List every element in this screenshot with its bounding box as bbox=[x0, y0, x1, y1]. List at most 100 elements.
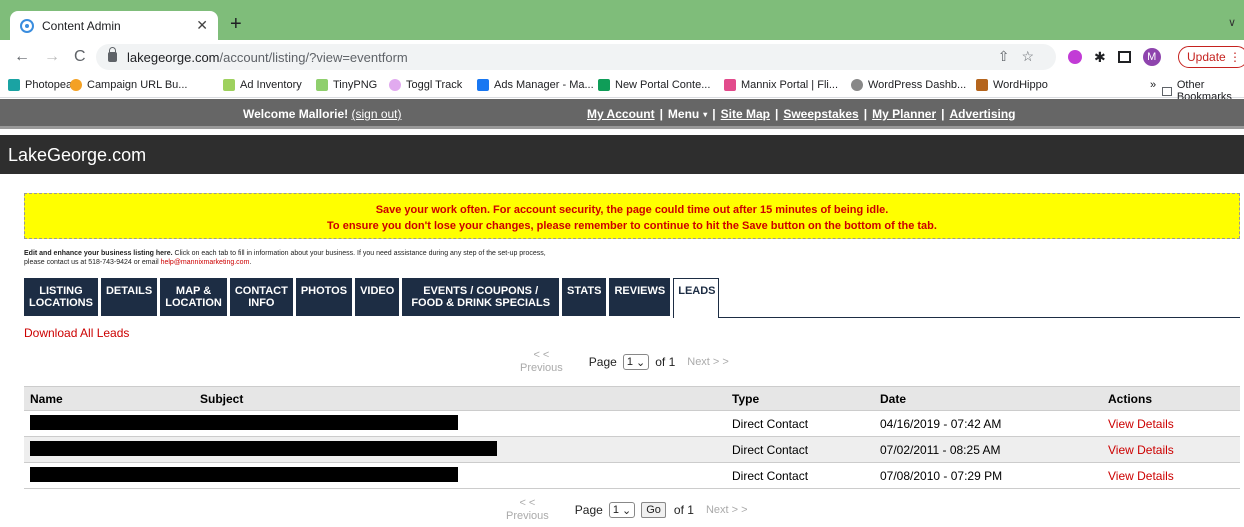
bookmark-label: Campaign URL Bu... bbox=[87, 79, 188, 91]
warning-line-2: To ensure you don't lose your changes, p… bbox=[327, 220, 937, 232]
tab-map-location[interactable]: MAP & LOCATION bbox=[160, 278, 227, 316]
next-link[interactable]: Next > > bbox=[706, 504, 748, 516]
site-links: My Account | Menu ▾ | Site Map | Sweepstakes | My… bbox=[587, 107, 1016, 121]
close-tab-icon[interactable]: ✕ bbox=[196, 17, 208, 34]
tab-line: DETAILS bbox=[105, 285, 153, 297]
lead-date: 07/02/2011 - 08:25 AM bbox=[874, 436, 1102, 463]
page-select[interactable]: 1 ⌄ bbox=[622, 354, 650, 370]
side-panel-icon[interactable] bbox=[1117, 51, 1131, 63]
lead-type: Direct Contact bbox=[726, 436, 874, 463]
bookmark-label: WordHippo bbox=[993, 79, 1048, 91]
advertising-link[interactable]: Advertising bbox=[949, 107, 1015, 121]
tab-line: EVENTS / COUPONS / bbox=[423, 285, 539, 297]
tab-line: CONTACT bbox=[234, 285, 288, 297]
bookmark-new-portal[interactable]: New Portal Conte... bbox=[598, 79, 710, 91]
download-all-leads-link[interactable]: Download All Leads bbox=[24, 326, 129, 340]
browser-tab-strip: Content Admin ✕ + ∨ bbox=[0, 0, 1244, 40]
view-details-link[interactable]: View Details bbox=[1102, 410, 1240, 437]
tab-reviews[interactable]: REVIEWS bbox=[609, 278, 671, 316]
tinypng-icon bbox=[316, 79, 328, 91]
column-header-actions: Actions bbox=[1102, 386, 1240, 411]
update-button[interactable]: Update ⋮ bbox=[1178, 46, 1244, 68]
profile-avatar[interactable]: M bbox=[1142, 48, 1161, 66]
sign-out-link[interactable]: (sign out) bbox=[351, 107, 401, 121]
wordpress-icon bbox=[851, 79, 863, 91]
previous-link[interactable]: < < Previous bbox=[520, 349, 563, 375]
tab-video[interactable]: VIDEO bbox=[355, 278, 400, 316]
flickr-icon bbox=[724, 79, 736, 91]
my-planner-link[interactable]: My Planner bbox=[872, 107, 936, 121]
listing-tabs: LISTING LOCATIONS DETAILS MAP & LOCATION C… bbox=[24, 278, 722, 318]
bookmark-campaign-url[interactable]: Campaign URL Bu... bbox=[70, 79, 187, 91]
back-arrow-icon[interactable]: ← bbox=[14, 48, 30, 66]
bookmark-wordhippo[interactable]: WordHippo bbox=[976, 79, 1048, 91]
extension-icon[interactable] bbox=[1068, 50, 1082, 64]
bookmark-ad-inventory[interactable]: Ad Inventory bbox=[223, 79, 302, 91]
next-link[interactable]: Next > > bbox=[687, 356, 729, 368]
view-details-link[interactable]: View Details bbox=[1102, 462, 1240, 489]
prev-label: Previous bbox=[520, 362, 563, 374]
sweepstakes-link[interactable]: Sweepstakes bbox=[783, 107, 858, 121]
lead-type: Direct Contact bbox=[726, 410, 874, 437]
table-row: Direct Contact 07/08/2010 - 07:29 PM Vie… bbox=[24, 462, 1240, 489]
menu-label: Menu bbox=[667, 107, 700, 121]
page-select[interactable]: 1 ⌄ bbox=[608, 502, 636, 518]
tab-details[interactable]: DETAILS bbox=[100, 278, 158, 316]
caret-down-icon: ▾ bbox=[703, 110, 708, 120]
timeout-warning: Save your work often. For account securi… bbox=[24, 193, 1240, 239]
view-details-link[interactable]: View Details bbox=[1102, 436, 1240, 463]
chevron-down-icon: ⌄ bbox=[622, 504, 632, 517]
pager-top: < < Previous Page 1 ⌄ of 1 Next > > bbox=[520, 349, 729, 375]
url-domain: lakegeorge.com bbox=[127, 49, 220, 65]
lock-icon[interactable] bbox=[108, 47, 117, 62]
page-label: Page bbox=[574, 503, 603, 517]
bookmark-label: Ad Inventory bbox=[240, 79, 302, 91]
update-label: Update bbox=[1187, 50, 1226, 64]
meta-icon bbox=[477, 79, 489, 91]
tab-line: PHOTOS bbox=[300, 285, 348, 297]
intro-body: Click on each tab to fill in information… bbox=[172, 250, 546, 257]
bookmark-photopea[interactable]: Photopea bbox=[8, 79, 72, 91]
tab-listing-locations[interactable]: LISTING LOCATIONS bbox=[24, 278, 98, 316]
tab-stats[interactable]: STATS bbox=[562, 278, 607, 316]
campaign-icon bbox=[70, 79, 82, 91]
bookmark-toggl[interactable]: Toggl Track bbox=[389, 79, 462, 91]
tab-leads[interactable]: LEADS bbox=[673, 278, 720, 318]
redacted-block bbox=[30, 466, 458, 482]
share-and-bookmark-icons[interactable]: ⇧☆ bbox=[998, 48, 1046, 65]
prev-arrows: < < bbox=[519, 497, 536, 509]
tab-search-button[interactable]: ∨ bbox=[1228, 16, 1236, 29]
go-button[interactable]: Go bbox=[641, 502, 666, 518]
bookmarks-bar: Photopea Campaign URL Bu... Ad Inventory… bbox=[0, 74, 1244, 103]
menu-dropdown[interactable]: Menu ▾ bbox=[668, 107, 707, 121]
page-select-value: 1 bbox=[612, 504, 619, 516]
tab-photos[interactable]: PHOTOS bbox=[295, 278, 353, 316]
bookmark-tinypng[interactable]: TinyPNG bbox=[316, 79, 377, 91]
browser-tab[interactable]: Content Admin ✕ bbox=[10, 11, 218, 40]
ad-inventory-icon bbox=[223, 79, 235, 91]
tab-events-coupons[interactable]: EVENTS / COUPONS / FOOD & DRINK SPECIALS bbox=[402, 278, 560, 316]
previous-link[interactable]: < < Previous bbox=[506, 497, 549, 523]
intro-text: Edit and enhance your business listing h… bbox=[24, 249, 724, 267]
reload-icon[interactable]: C bbox=[74, 48, 86, 66]
site-logo-text[interactable]: LakeGeorge.com bbox=[8, 145, 146, 165]
address-bar[interactable]: lakegeorge.com /account/listing/?view=ev… bbox=[96, 44, 1056, 70]
bookmark-ads-manager[interactable]: Ads Manager - Ma... bbox=[477, 79, 594, 91]
bookmark-wordpress[interactable]: WordPress Dashb... bbox=[851, 79, 966, 91]
help-email-link[interactable]: help@mannixmarketing.com bbox=[161, 259, 250, 266]
new-tab-button[interactable]: + bbox=[230, 13, 242, 36]
leads-table: Name Subject Type Date Actions Direct Co… bbox=[24, 386, 1240, 489]
my-account-link[interactable]: My Account bbox=[587, 107, 655, 121]
bookmark-mannix-portal[interactable]: Mannix Portal | Fli... bbox=[724, 79, 838, 91]
bookmark-label: Ads Manager - Ma... bbox=[494, 79, 594, 91]
more-bookmarks-chevron-icon[interactable]: » bbox=[1150, 79, 1156, 91]
page-count: of 1 bbox=[655, 355, 676, 369]
tab-contact-info[interactable]: CONTACT INFO bbox=[229, 278, 293, 316]
site-top-nav: Welcome Mallorie! (sign out) My Account |… bbox=[0, 99, 1244, 129]
warning-line-1: Save your work often. For account securi… bbox=[375, 204, 889, 216]
forward-arrow-icon[interactable]: → bbox=[44, 48, 60, 66]
site-map-link[interactable]: Site Map bbox=[721, 107, 770, 121]
tab-line: INFO bbox=[248, 297, 275, 309]
puzzle-icon[interactable]: ✱ bbox=[1094, 49, 1106, 66]
bookmark-label: Photopea bbox=[25, 79, 73, 91]
